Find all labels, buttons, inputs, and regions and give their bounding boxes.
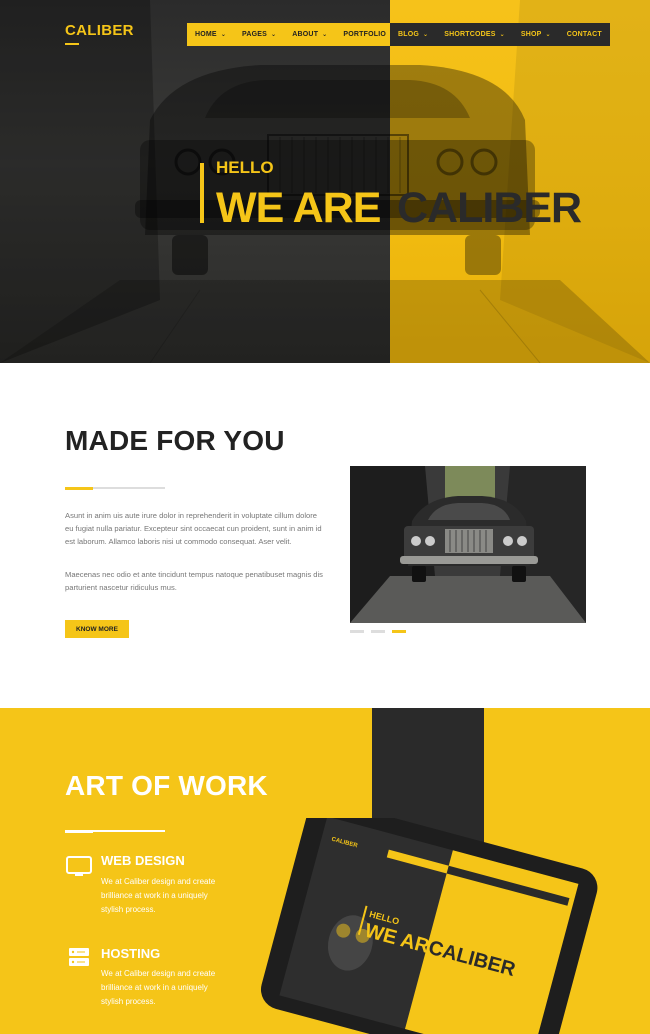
hero-title-part2: CALIBER [397, 184, 582, 232]
know-more-button[interactable]: KNOW MORE [65, 620, 129, 638]
nav-about[interactable]: ABOUT ⌄ [284, 23, 335, 46]
nav-about-label: ABOUT [292, 31, 319, 38]
hero-hello: HELLO [216, 158, 274, 177]
service-title-hosting: HOSTING [101, 946, 161, 961]
chevron-down-icon: ⌄ [271, 32, 277, 38]
about-paragraph-1: Asunt in anim uis aute irure dolor in re… [65, 511, 322, 546]
slider-dots [350, 630, 406, 633]
nav-shortcodes-label: SHORTCODES [444, 31, 496, 38]
service-title-web-design: WEB DESIGN [101, 853, 185, 868]
main-nav-right: BLOG ⌄ SHORTCODES ⌄ SHOP ⌄ CONTACT [390, 23, 610, 46]
service-text-web-design: We at Caliber design and create brillian… [101, 877, 216, 914]
about-section: MADE FOR YOU Asunt in anim uis aute irur… [0, 363, 650, 708]
logo-underline [65, 43, 79, 45]
work-title: ART OF WORK [65, 770, 268, 801]
nav-contact[interactable]: CONTACT [559, 23, 610, 46]
server-icon [69, 948, 89, 966]
nav-shortcodes[interactable]: SHORTCODES ⌄ [436, 23, 513, 46]
service-text-hosting: We at Caliber design and create brillian… [101, 969, 216, 1006]
slider-dot-1[interactable] [350, 630, 364, 633]
nav-blog[interactable]: BLOG ⌄ [390, 23, 436, 46]
slider-dot-2[interactable] [371, 630, 385, 633]
monitor-icon [66, 856, 92, 876]
nav-pages[interactable]: PAGES ⌄ [234, 23, 284, 46]
nav-blog-label: BLOG [398, 31, 420, 38]
nav-home[interactable]: HOME ⌄ [187, 23, 234, 46]
hero-section: CALIBER HOME⌄ PAGES⌄ ABOUT⌄ PORTFOLIO⌄ B… [0, 0, 650, 363]
nav-portfolio-label: PORTFOLIO [343, 31, 387, 38]
about-divider [65, 486, 165, 490]
hero-accent-bar [200, 163, 204, 223]
art-of-work-section: ART OF WORK WEB DESIGN We at Caliber des… [0, 708, 650, 1034]
work-divider [65, 830, 165, 833]
main-nav-left: HOME⌄ PAGES⌄ ABOUT⌄ PORTFOLIO⌄ [187, 23, 404, 46]
about-title: MADE FOR YOU [65, 425, 285, 456]
slider-dot-3[interactable] [392, 630, 406, 633]
about-paragraph-2: Maecenas nec odio et ante tincidunt temp… [65, 570, 323, 592]
nav-shop-label: SHOP [520, 31, 542, 38]
nav-home-label: HOME [195, 31, 217, 38]
nav-pages-label: PAGES [242, 31, 268, 38]
chevron-down-icon: ⌄ [423, 32, 429, 38]
car-photo [350, 466, 586, 623]
nav-shop[interactable]: SHOP ⌄ [513, 23, 559, 46]
tablet-mockup-image: CALIBER HELLO WE ARE CALIBER [260, 818, 598, 1034]
chevron-down-icon: ⌄ [545, 32, 551, 38]
site-logo[interactable]: CALIBER [65, 22, 134, 39]
chevron-down-icon: ⌄ [322, 32, 328, 38]
hero-car-image [0, 0, 650, 363]
chevron-down-icon: ⌄ [220, 32, 227, 38]
hero-title-part1: WE ARE [216, 184, 381, 232]
chevron-down-icon: ⌄ [499, 32, 505, 38]
nav-contact-label: CONTACT [566, 31, 602, 38]
